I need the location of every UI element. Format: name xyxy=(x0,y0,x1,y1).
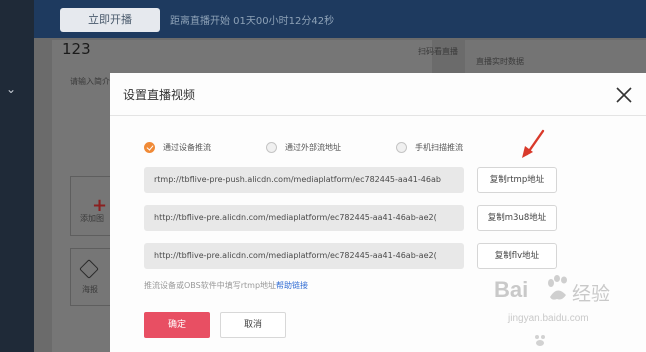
copy-rtmp-button[interactable]: 复制rtmp地址 xyxy=(477,167,557,193)
radio-unchecked-icon xyxy=(396,141,407,153)
paw-small-icon xyxy=(535,335,545,346)
realtime-data-title: 直播实时数据 xyxy=(476,57,524,66)
copy-m3u8-button[interactable]: 复制m3u8地址 xyxy=(477,205,557,231)
confirm-button[interactable]: 确定 xyxy=(144,312,210,338)
flv-url-field[interactable]: http://tbflive-pre.alicdn.com/mediaplatf… xyxy=(144,243,464,269)
chevron-down-icon[interactable]: ⌄ xyxy=(6,82,16,96)
copy-flv-button[interactable]: 复制flv地址 xyxy=(477,243,557,269)
watermark-url: jingyan.baidu.com xyxy=(508,313,589,324)
poster-label: 海报 xyxy=(82,285,98,294)
watermark-brand-tail: 经验 xyxy=(572,284,611,305)
description-placeholder: 请输入简介 xyxy=(70,77,110,86)
add-image-label: 添加图 xyxy=(80,214,104,223)
radio-label: 手机扫描推流 xyxy=(415,142,463,152)
left-nav: ⌄ xyxy=(0,0,34,352)
radio-label: 通过外部流地址 xyxy=(285,142,341,152)
dialog-title: 设置直播视频 xyxy=(123,88,196,102)
radio-checked-icon xyxy=(144,141,155,153)
baidu-watermark: Bai 经验 jingyan.baidu.com xyxy=(488,275,640,349)
cancel-button[interactable]: 取消 xyxy=(220,312,286,338)
help-link[interactable]: 帮助链接 xyxy=(276,281,308,290)
radio-label: 通过设备推流 xyxy=(163,142,211,152)
radio-phone-scan[interactable]: 手机扫描推流 xyxy=(396,139,463,155)
radio-external-url[interactable]: 通过外部流地址 xyxy=(266,139,341,155)
push-hint: 推流设备或OBS软件中填写rtmp地址帮助链接 xyxy=(144,280,308,291)
push-hint-text: 推流设备或OBS软件中填写rtmp地址 xyxy=(144,281,277,290)
m3u8-url-field[interactable]: http://tbflive-pre.alicdn.com/mediaplatf… xyxy=(144,205,464,231)
radio-device-push[interactable]: 通过设备推流 xyxy=(144,139,211,155)
radio-unchecked-icon xyxy=(266,141,277,153)
scan-watch-label: 扫码看直播 xyxy=(418,47,458,56)
countdown-text: 距离直播开始 01天00小时12分42秒 xyxy=(170,16,335,27)
rtmp-url-field[interactable]: rtmp://tbflive-pre-push.alicdn.com/media… xyxy=(144,167,464,193)
annotation-arrow-icon xyxy=(522,129,545,158)
start-live-button[interactable]: 立即开播 xyxy=(60,8,160,32)
watermark-brand-latin: Bai xyxy=(494,277,529,302)
room-title: 123 xyxy=(62,40,91,58)
paw-logo-icon xyxy=(548,275,567,300)
close-icon[interactable] xyxy=(614,85,634,105)
dialog-header: 设置直播视频 xyxy=(110,73,646,116)
